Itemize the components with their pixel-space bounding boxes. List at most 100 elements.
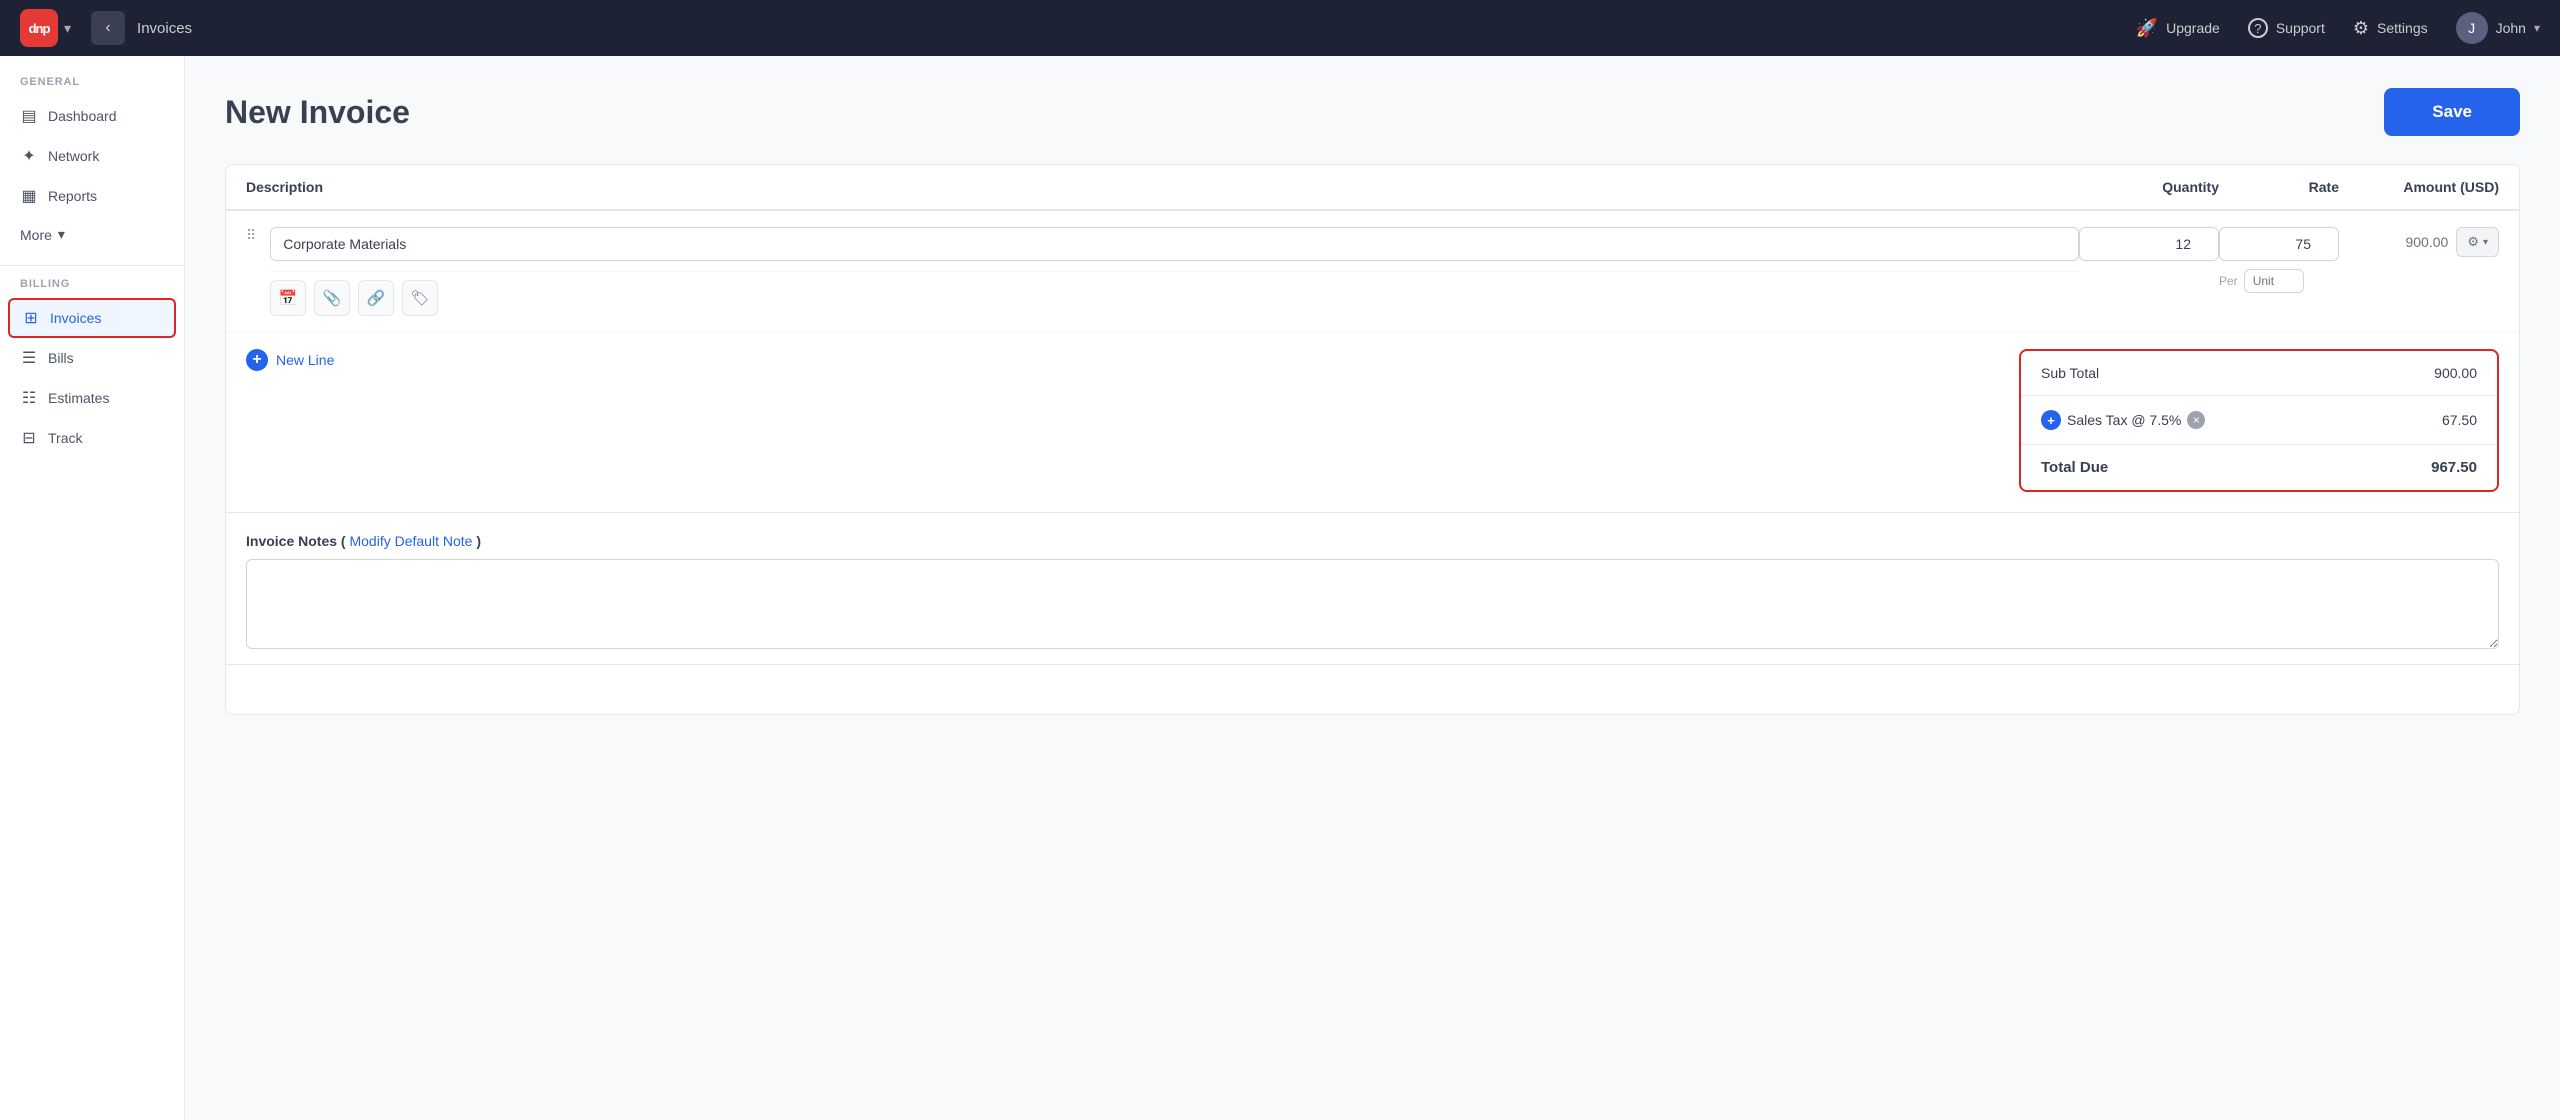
tax-row: + Sales Tax @ 7.5% × 67.50 bbox=[2021, 396, 2497, 445]
bottom-section bbox=[226, 664, 2519, 714]
sidebar-divider bbox=[0, 265, 184, 266]
per-label: Per bbox=[2219, 274, 2238, 288]
rocket-icon: 🚀 bbox=[2136, 18, 2158, 39]
network-icon: ✦ bbox=[20, 146, 38, 166]
new-line-totals-row: + New Line Sub Total 900.00 + Sales Tax … bbox=[226, 333, 2519, 512]
total-value: 967.50 bbox=[2431, 459, 2477, 476]
main-layout: GENERAL ▤ Dashboard ✦ Network ▦ Reports … bbox=[0, 56, 2560, 1120]
more-menu[interactable]: More ▾ bbox=[0, 216, 184, 253]
save-button[interactable]: Save bbox=[2384, 88, 2520, 136]
sidebar-item-estimates[interactable]: ☷ Estimates bbox=[0, 378, 184, 418]
new-line-label: New Line bbox=[276, 352, 334, 368]
description-input[interactable] bbox=[270, 227, 2079, 261]
tax-label-group: + Sales Tax @ 7.5% × bbox=[2041, 410, 2205, 430]
sidebar-item-track[interactable]: ⊟ Track bbox=[0, 418, 184, 458]
tag-button[interactable]: 🏷 bbox=[402, 280, 438, 316]
billing-section-label: BILLING bbox=[0, 278, 184, 298]
amount-value: 900.00 bbox=[2388, 234, 2448, 250]
notes-label: Invoice Notes ( Modify Default Note ) bbox=[246, 533, 2499, 549]
rate-input[interactable] bbox=[2219, 227, 2339, 261]
topbar: dnp ▾ ‹ Invoices 🚀 Upgrade ? Support ⚙ S… bbox=[0, 0, 2560, 56]
back-button[interactable]: ‹ bbox=[91, 11, 125, 45]
description-inner: 📅 📎 🔗 🏷 bbox=[270, 227, 2079, 316]
reports-icon: ▦ bbox=[20, 186, 38, 206]
total-label: Total Due bbox=[2041, 459, 2108, 476]
track-icon: ⊟ bbox=[20, 428, 38, 448]
subtotal-row: Sub Total 900.00 bbox=[2021, 351, 2497, 396]
upgrade-label: Upgrade bbox=[2166, 20, 2220, 36]
notes-section: Invoice Notes ( Modify Default Note ) bbox=[226, 512, 2519, 664]
gear-dropdown-icon: ▾ bbox=[2483, 237, 2488, 248]
invoice-header-row: Description Quantity Rate Amount (USD) bbox=[226, 165, 2519, 211]
calendar-button[interactable]: 📅 bbox=[270, 280, 306, 316]
logo-chevron-icon[interactable]: ▾ bbox=[64, 20, 71, 37]
paperclip-button[interactable]: 📎 bbox=[314, 280, 350, 316]
quantity-cell bbox=[2079, 227, 2219, 261]
page-title: New Invoice bbox=[225, 94, 410, 131]
new-line-area: + New Line bbox=[246, 349, 1999, 371]
sidebar-item-reports[interactable]: ▦ Reports bbox=[0, 176, 184, 216]
new-line-button[interactable]: + New Line bbox=[246, 349, 334, 371]
amount-cell: 900.00 ⚙ ▾ bbox=[2339, 227, 2499, 257]
logo-area: dnp ▾ bbox=[20, 9, 71, 47]
tax-label: Sales Tax @ 7.5% bbox=[2067, 412, 2181, 428]
user-chevron-icon: ▾ bbox=[2534, 21, 2540, 35]
settings-label: Settings bbox=[2377, 20, 2428, 36]
user-menu[interactable]: J John ▾ bbox=[2456, 12, 2540, 44]
link-button[interactable]: 🔗 bbox=[358, 280, 394, 316]
subtotal-label: Sub Total bbox=[2041, 365, 2099, 381]
invoices-icon: ⊞ bbox=[22, 308, 40, 328]
notes-textarea[interactable] bbox=[246, 559, 2499, 649]
col-rate: Rate bbox=[2219, 179, 2339, 195]
drag-handle-icon[interactable]: ⠿ bbox=[246, 227, 256, 244]
tag-icon: 🏷 bbox=[411, 289, 430, 307]
remove-tax-button[interactable]: × bbox=[2187, 411, 2205, 429]
plus-circle-icon: + bbox=[246, 349, 268, 371]
totals-box: Sub Total 900.00 + Sales Tax @ 7.5% × 67… bbox=[2019, 349, 2499, 492]
col-amount: Amount (USD) bbox=[2339, 179, 2499, 195]
support-label: Support bbox=[2276, 20, 2325, 36]
support-button[interactable]: ? Support bbox=[2248, 18, 2325, 38]
sidebar-item-dashboard[interactable]: ▤ Dashboard bbox=[0, 96, 184, 136]
content-area: New Invoice Save Description Quantity Ra… bbox=[185, 56, 2560, 1120]
avatar: J bbox=[2456, 12, 2488, 44]
sidebar-item-label: Reports bbox=[48, 188, 97, 204]
total-due-row: Total Due 967.50 bbox=[2021, 445, 2497, 490]
sidebar: GENERAL ▤ Dashboard ✦ Network ▦ Reports … bbox=[0, 56, 185, 1120]
per-unit-row: Per bbox=[2219, 269, 2339, 293]
settings-button[interactable]: ⚙ Settings bbox=[2353, 18, 2428, 39]
settings-gear-icon: ⚙ bbox=[2353, 18, 2369, 39]
invoice-card: Description Quantity Rate Amount (USD) ⠿… bbox=[225, 164, 2520, 715]
unit-input[interactable] bbox=[2244, 269, 2304, 293]
modify-default-note-link[interactable]: Modify Default Note bbox=[349, 533, 472, 549]
sidebar-item-bills[interactable]: ☰ Bills bbox=[0, 338, 184, 378]
calendar-icon: 📅 bbox=[279, 289, 298, 307]
sidebar-item-label: Track bbox=[48, 430, 82, 446]
col-description: Description bbox=[246, 179, 2079, 195]
paperclip-icon: 📎 bbox=[323, 289, 342, 307]
estimates-icon: ☷ bbox=[20, 388, 38, 408]
toolbar-row: 📅 📎 🔗 🏷 bbox=[270, 271, 2079, 316]
bills-icon: ☰ bbox=[20, 348, 38, 368]
sidebar-item-label: Dashboard bbox=[48, 108, 117, 124]
more-chevron-icon: ▾ bbox=[58, 226, 65, 243]
line-gear-button[interactable]: ⚙ ▾ bbox=[2456, 227, 2499, 257]
quantity-input[interactable] bbox=[2079, 227, 2219, 261]
invoice-line-row: ⠿ 📅 📎 🔗 bbox=[226, 211, 2519, 333]
subtotal-value: 900.00 bbox=[2434, 365, 2477, 381]
col-quantity: Quantity bbox=[2079, 179, 2219, 195]
sidebar-item-invoices[interactable]: ⊞ Invoices bbox=[8, 298, 176, 338]
sidebar-item-network[interactable]: ✦ Network bbox=[0, 136, 184, 176]
sidebar-item-label: Invoices bbox=[50, 310, 101, 326]
upgrade-button[interactable]: 🚀 Upgrade bbox=[2136, 18, 2220, 39]
user-name: John bbox=[2496, 20, 2526, 36]
topbar-page-title: Invoices bbox=[137, 20, 192, 37]
gear-icon: ⚙ bbox=[2467, 234, 2479, 250]
link-icon: 🔗 bbox=[367, 289, 386, 307]
add-tax-icon[interactable]: + bbox=[2041, 410, 2061, 430]
sidebar-item-label: Network bbox=[48, 148, 99, 164]
sidebar-item-label: Estimates bbox=[48, 390, 109, 406]
tax-value: 67.50 bbox=[2442, 412, 2477, 428]
more-label: More bbox=[20, 227, 52, 243]
logo-badge: dnp bbox=[20, 9, 58, 47]
